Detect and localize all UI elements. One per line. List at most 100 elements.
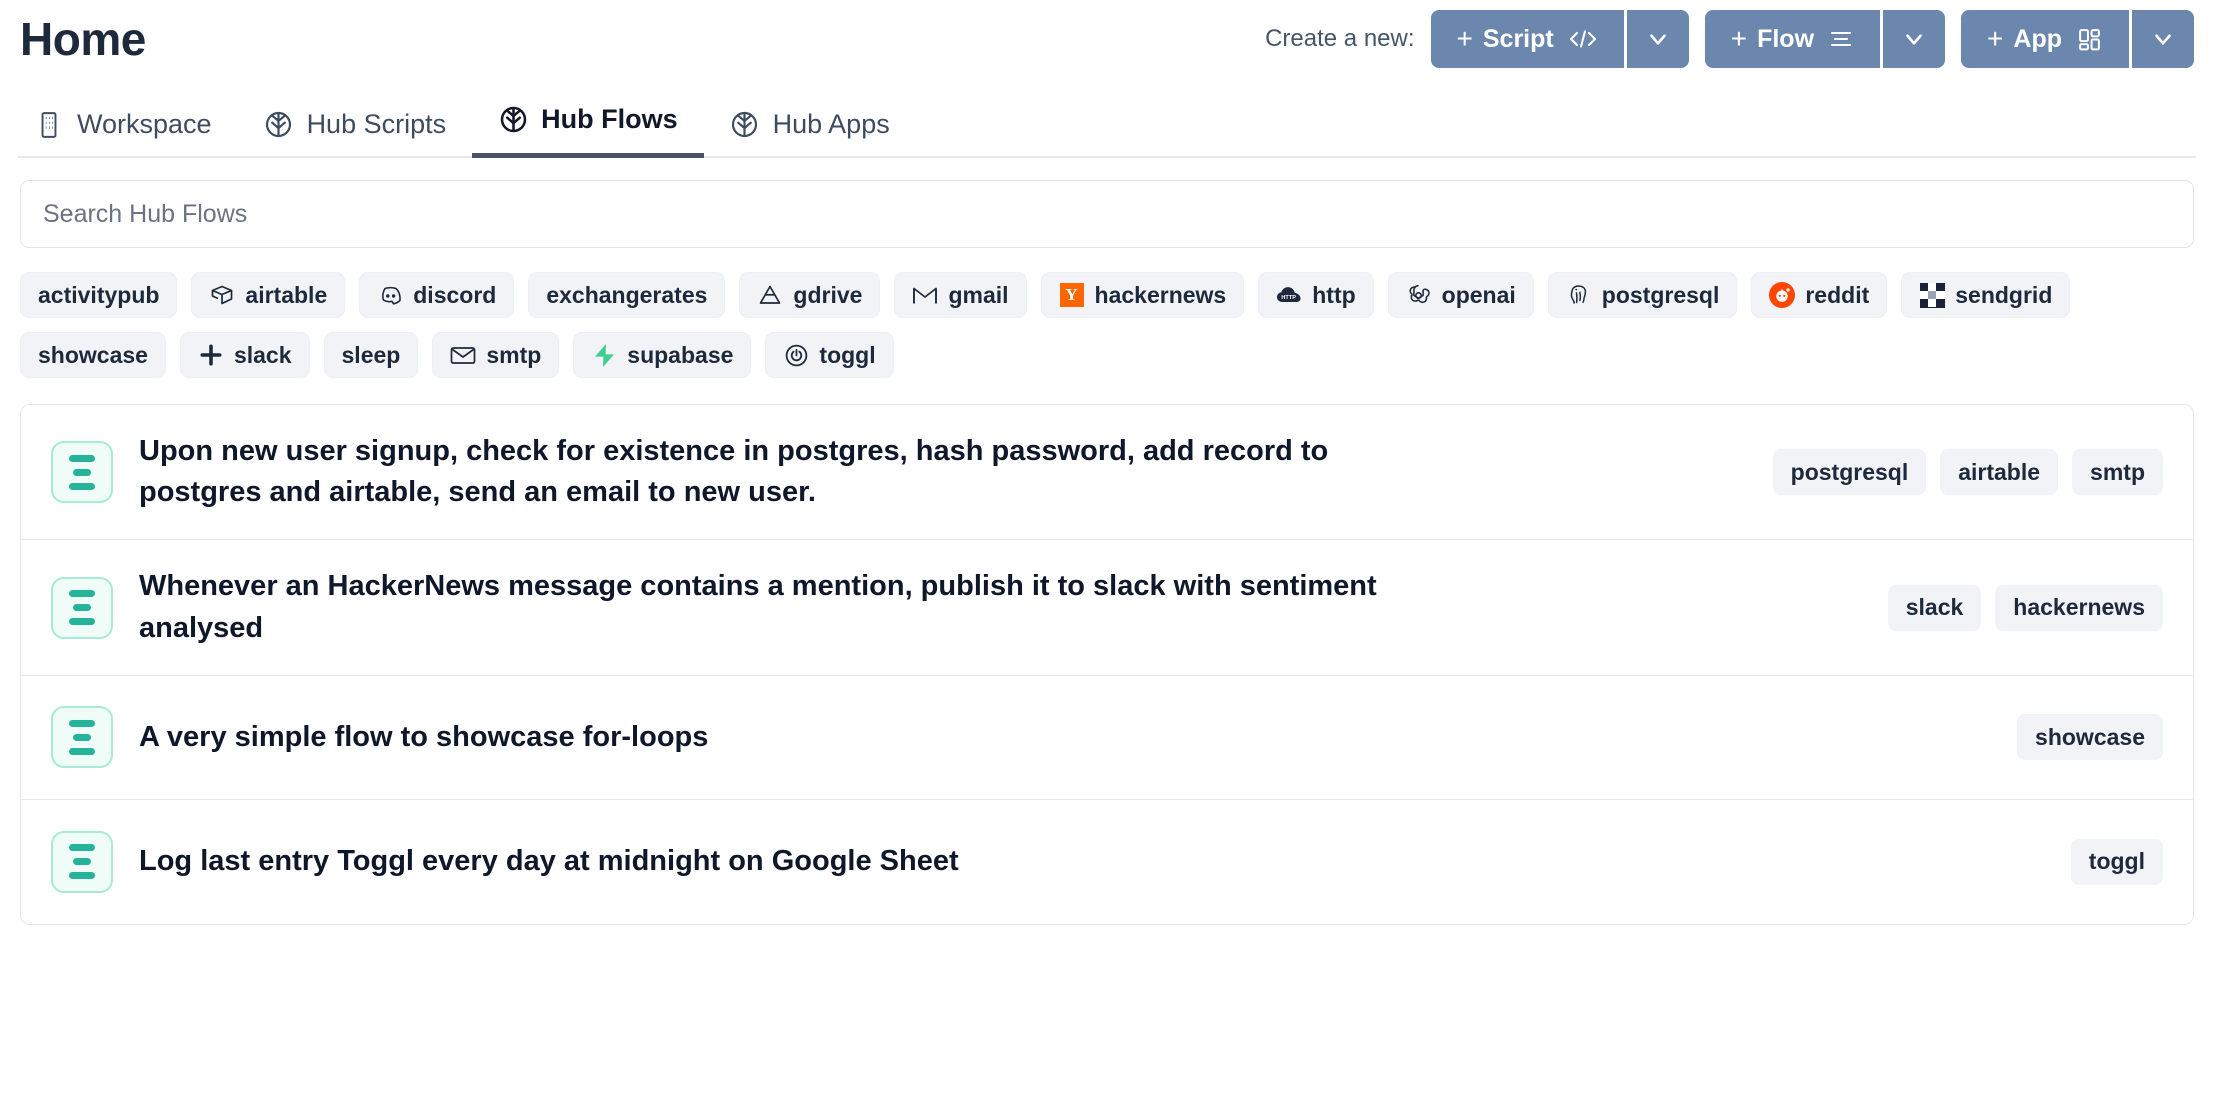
home-page: Home Create a new: + Script [0,0,2214,1102]
gmail-icon [912,282,938,308]
tab-bar: Workspace Hub Scripts Hub Flows [18,78,2196,158]
chip-slack[interactable]: slack [180,332,310,378]
chip-activitypub[interactable]: activitypub [20,272,177,318]
create-script-label: Script [1483,25,1554,54]
create-new-label: Create a new: [1265,25,1414,53]
supabase-bolt-icon [591,342,617,368]
search-input[interactable] [20,180,2194,248]
tab-workspace[interactable]: Workspace [20,109,238,158]
chip-label: sleep [342,342,401,369]
table-row[interactable]: Upon new user signup, check for existenc… [21,405,2193,540]
chip-airtable[interactable]: airtable [191,272,345,318]
chip-label: activitypub [38,282,159,309]
postgresql-elephant-icon [1566,282,1592,308]
chip-http[interactable]: HTTP http [1258,272,1373,318]
slack-icon [198,342,224,368]
create-app-button[interactable]: + App [1961,10,2129,68]
flow-title: Log last entry Toggl every day at midnig… [139,841,1389,882]
chip-label: airtable [245,282,327,309]
chip-smtp[interactable]: smtp [432,332,559,378]
plus-icon: + [1987,25,2003,53]
flow-tags: showcase [2017,714,2163,760]
flow-tag[interactable]: toggl [2071,839,2163,885]
chip-postgresql[interactable]: postgresql [1548,272,1738,318]
create-app-group: + App [1961,10,2194,68]
chip-label: gdrive [793,282,862,309]
chip-gmail[interactable]: gmail [894,272,1026,318]
flow-lines-icon [1828,27,1854,51]
http-cloud-icon: HTTP [1276,282,1302,308]
chip-label: exchangerates [546,282,707,309]
table-row[interactable]: A very simple flow to showcase for-loops… [21,676,2193,800]
flow-title: A very simple flow to showcase for-loops [139,717,1389,758]
chip-hackernews[interactable]: Y hackernews [1041,272,1245,318]
flow-tag[interactable]: postgresql [1773,449,1927,495]
tab-hub-flows-label: Hub Flows [541,104,678,135]
plus-icon: + [1731,25,1747,53]
chip-label: http [1312,282,1355,309]
chevron-down-icon [2150,26,2176,52]
plus-icon: + [1457,25,1473,53]
flow-tag[interactable]: hackernews [1995,585,2163,631]
filter-chip-list: activitypub airtable discord exchangerat… [18,248,2196,378]
chip-label: postgresql [1602,282,1720,309]
tab-workspace-label: Workspace [77,109,212,140]
chip-showcase[interactable]: showcase [20,332,166,378]
create-app-label: App [2013,25,2062,54]
chip-exchangerates[interactable]: exchangerates [528,272,725,318]
chip-label: toggl [819,342,875,369]
chip-gdrive[interactable]: gdrive [739,272,880,318]
chip-label: openai [1442,282,1516,309]
chip-label: slack [234,342,292,369]
create-script-dropdown[interactable] [1627,10,1689,68]
flow-icon [51,706,113,768]
chip-label: reddit [1805,282,1869,309]
chip-sendgrid[interactable]: sendgrid [1901,272,2070,318]
flow-icon [51,441,113,503]
hub-globe-icon [264,110,294,140]
tab-hub-scripts[interactable]: Hub Scripts [238,109,473,158]
flow-tags: toggl [2071,839,2163,885]
search-section [18,158,2196,248]
chip-openai[interactable]: openai [1388,272,1534,318]
svg-text:HTTP: HTTP [1282,295,1297,301]
tab-hub-flows[interactable]: Hub Flows [472,104,704,158]
flow-tags: postgresql airtable smtp [1773,449,2163,495]
create-app-dropdown[interactable] [2132,10,2194,68]
flow-tag[interactable]: slack [1888,585,1982,631]
chip-label: sendgrid [1955,282,2052,309]
hub-globe-icon [498,105,528,135]
create-flow-dropdown[interactable] [1883,10,1945,68]
chip-label: showcase [38,342,148,369]
create-new-area: Create a new: + Script [1265,10,2194,68]
create-script-button[interactable]: + Script [1431,10,1624,68]
flow-title: Whenever an HackerNews message contains … [139,566,1389,648]
create-flow-button[interactable]: + Flow [1705,10,1880,68]
table-row[interactable]: Log last entry Toggl every day at midnig… [21,800,2193,924]
flow-title: Upon new user signup, check for existenc… [139,431,1389,513]
toggl-power-icon [783,342,809,368]
page-header: Home Create a new: + Script [18,0,2196,78]
chip-sleep[interactable]: sleep [324,332,419,378]
app-grid-icon [2076,27,2103,52]
tab-hub-apps[interactable]: Hub Apps [704,109,916,158]
tab-hub-scripts-label: Hub Scripts [307,109,447,140]
chip-reddit[interactable]: reddit [1751,272,1887,318]
flow-tag[interactable]: smtp [2072,449,2163,495]
flow-icon [51,577,113,639]
chip-supabase[interactable]: supabase [573,332,751,378]
chip-label: gmail [948,282,1008,309]
chip-toggl[interactable]: toggl [765,332,893,378]
hub-globe-icon [730,110,760,140]
create-script-group: + Script [1431,10,1689,68]
envelope-icon [450,342,476,368]
chip-discord[interactable]: discord [359,272,514,318]
flow-icon [51,831,113,893]
create-flow-group: + Flow [1705,10,1945,68]
chip-label: supabase [627,342,733,369]
tab-hub-apps-label: Hub Apps [773,109,890,140]
table-row[interactable]: Whenever an HackerNews message contains … [21,540,2193,675]
flow-tag[interactable]: showcase [2017,714,2163,760]
create-flow-label: Flow [1757,25,1814,54]
flow-tag[interactable]: airtable [1940,449,2058,495]
